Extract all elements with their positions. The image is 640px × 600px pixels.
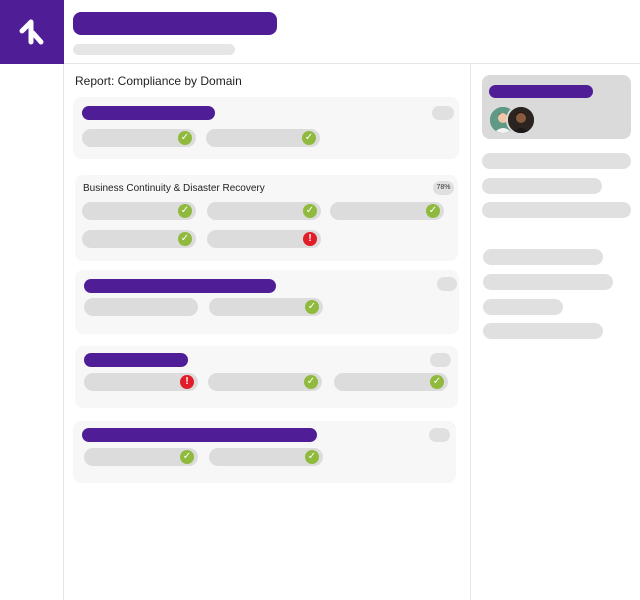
control-pill[interactable] [84, 298, 198, 316]
domain-title-placeholder [82, 428, 317, 442]
check-circle-icon: ✓ [304, 375, 318, 389]
check-circle-icon: ✓ [178, 232, 192, 246]
domain-title-placeholder [82, 106, 215, 120]
brand-logo-icon [19, 19, 44, 45]
avatar[interactable] [506, 105, 536, 135]
assignee-card[interactable] [482, 75, 631, 139]
report-title: Report: Compliance by Domain [75, 74, 242, 88]
control-pill[interactable]: ✓ [330, 202, 444, 220]
domain-percent-badge [430, 353, 451, 367]
assignee-title-placeholder [489, 85, 593, 98]
panel-line-placeholder [482, 178, 602, 194]
check-circle-icon: ✓ [178, 131, 192, 145]
panel-line-placeholder [483, 323, 603, 339]
domain-percent-badge [429, 428, 450, 442]
domain-card[interactable]: Business Continuity & Disaster Recovery … [75, 175, 458, 261]
panel-line-placeholder [483, 299, 563, 315]
content-divider [470, 64, 471, 600]
domain-card[interactable]: ✓ ✓ [73, 97, 459, 159]
domain-title-placeholder [84, 353, 188, 367]
check-circle-icon: ✓ [180, 450, 194, 464]
check-circle-icon: ✓ [305, 450, 319, 464]
alert-circle-icon: ! [303, 232, 317, 246]
check-circle-icon: ✓ [305, 300, 319, 314]
panel-line-placeholder [483, 249, 603, 265]
sidebar [0, 64, 64, 600]
domain-title-placeholder [84, 279, 276, 293]
domain-percent-badge [432, 106, 454, 120]
control-pill[interactable]: ✓ [82, 129, 196, 147]
domain-card[interactable]: ✓ ✓ [73, 421, 456, 483]
control-pill[interactable]: ✓ [206, 129, 320, 147]
control-pill[interactable]: ✓ [84, 448, 198, 466]
domain-title: Business Continuity & Disaster Recovery [83, 183, 265, 194]
control-pill[interactable]: ✓ [209, 298, 323, 316]
page-header [64, 0, 640, 64]
control-pill[interactable]: ✓ [82, 230, 196, 248]
check-circle-icon: ✓ [426, 204, 440, 218]
page-subtitle-placeholder [73, 44, 235, 55]
domain-percent-badge [437, 277, 457, 291]
panel-line-placeholder [483, 274, 613, 290]
check-circle-icon: ✓ [302, 131, 316, 145]
page-title-placeholder [73, 12, 277, 35]
alert-circle-icon: ! [180, 375, 194, 389]
control-pill[interactable]: ✓ [334, 373, 448, 391]
check-circle-icon: ✓ [178, 204, 192, 218]
domain-card[interactable]: ! ✓ ✓ [75, 346, 458, 408]
control-pill[interactable]: ✓ [82, 202, 196, 220]
person-icon [508, 107, 534, 133]
control-pill[interactable]: ✓ [207, 202, 321, 220]
control-pill[interactable]: ! [207, 230, 321, 248]
domain-card[interactable]: ✓ [75, 270, 459, 334]
panel-line-placeholder [482, 153, 631, 169]
panel-line-placeholder [482, 202, 631, 218]
control-pill[interactable]: ✓ [209, 448, 323, 466]
check-circle-icon: ✓ [430, 375, 444, 389]
control-pill[interactable]: ! [84, 373, 198, 391]
app-logo[interactable] [0, 0, 64, 64]
check-circle-icon: ✓ [303, 204, 317, 218]
domain-percent-badge: 78% [433, 181, 454, 195]
control-pill[interactable]: ✓ [208, 373, 322, 391]
